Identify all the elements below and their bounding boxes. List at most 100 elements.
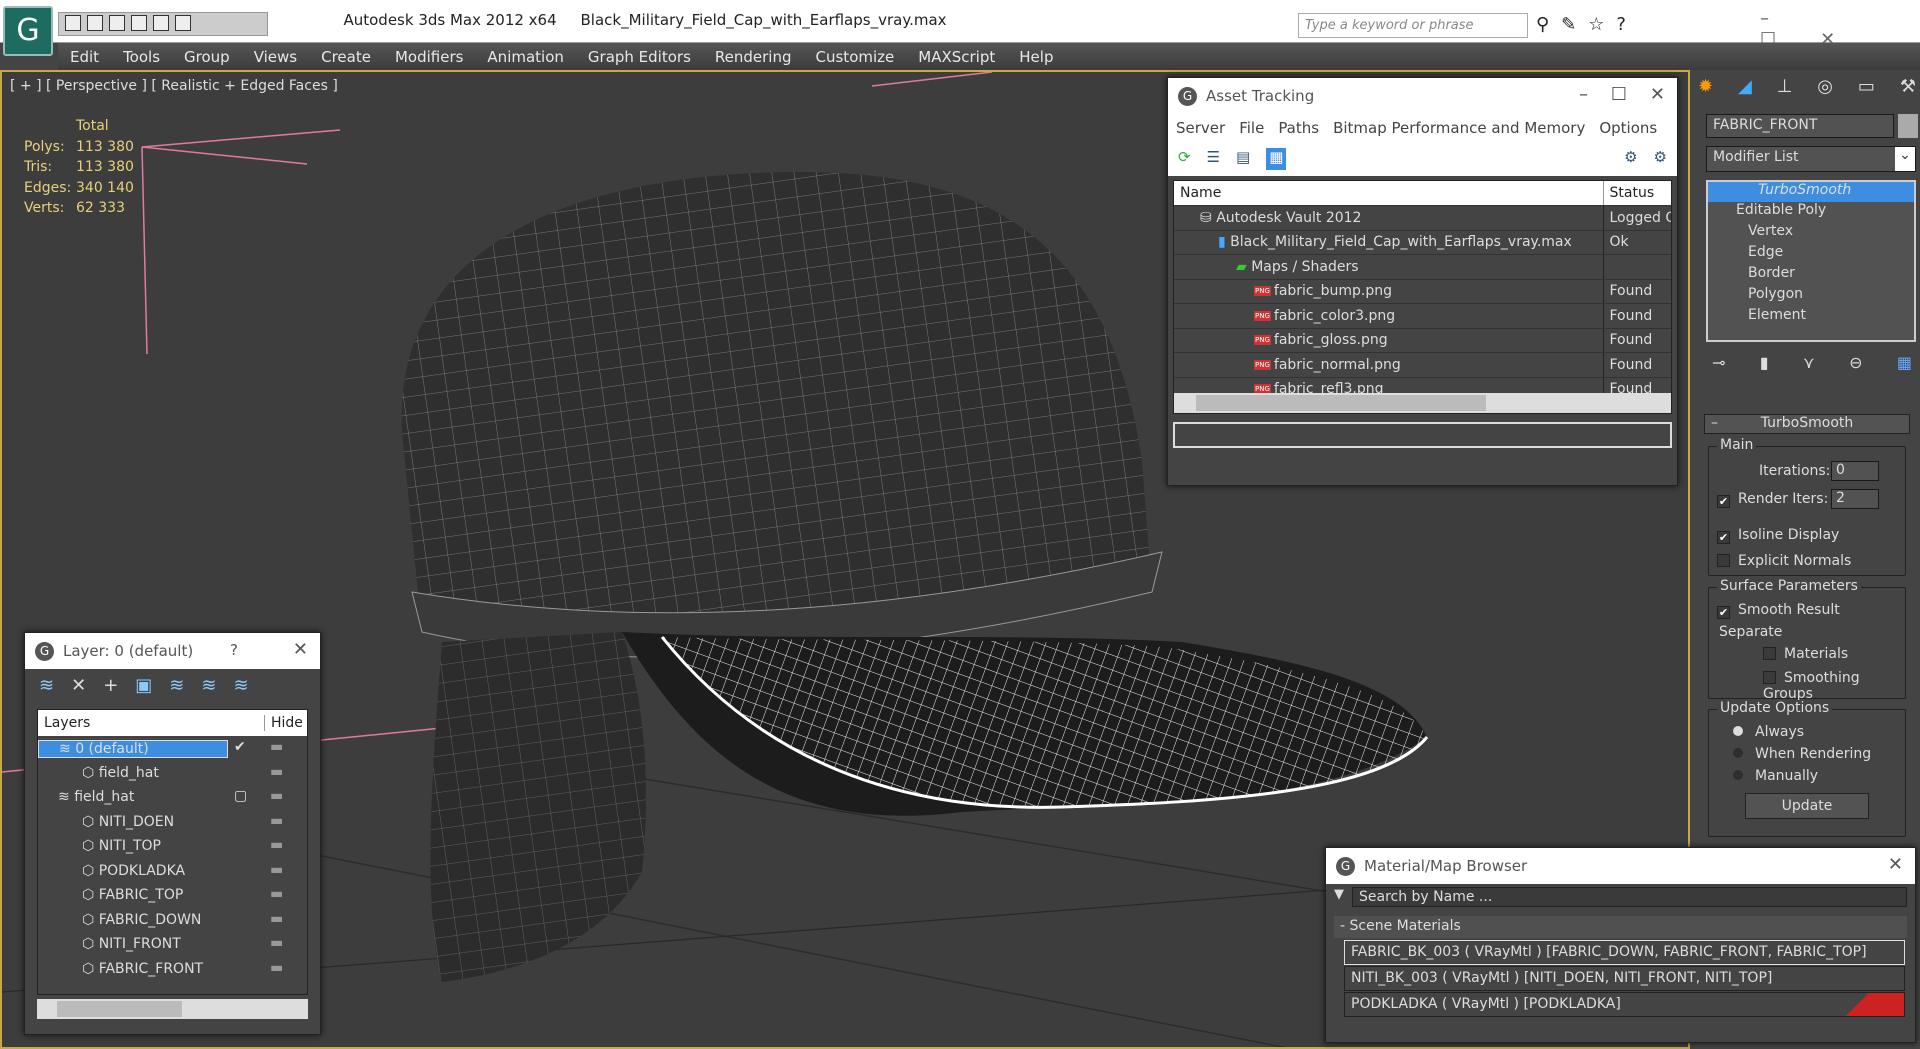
layer-row[interactable]: ⬡ field_hat ▬	[38, 761, 307, 786]
layer-row[interactable]: ≋ 0 (default) ✔ ▬	[38, 736, 307, 761]
menu-paths[interactable]: Paths	[1278, 119, 1319, 137]
window-controls[interactable]: – ☐ ✕	[1579, 84, 1665, 105]
material-item[interactable]: PODKLADKA ( VRayMtl ) [PODKLADKA]	[1344, 992, 1905, 1017]
refresh-icon[interactable]: ⟳	[1178, 148, 1191, 170]
scene-materials-header[interactable]: - Scene Materials	[1334, 916, 1907, 938]
asset-row[interactable]: ▰ Maps / Shaders	[1174, 254, 1671, 280]
layer-active-toggle[interactable]: ▢	[234, 788, 247, 804]
pin-stack-icon[interactable]: ⊸	[1712, 353, 1725, 372]
asset-row[interactable]: PNG fabric_bump.png Found	[1174, 279, 1671, 304]
create-tab-icon[interactable]: ✹	[1698, 76, 1713, 104]
motion-tab-icon[interactable]: ◎	[1817, 76, 1833, 104]
menu-server[interactable]: Server	[1176, 119, 1225, 137]
delete-layer-icon[interactable]: ✕	[71, 675, 86, 699]
configure-modifier-sets-icon[interactable]: ▦	[1897, 353, 1912, 372]
stack-item-turbosmooth[interactable]: TurboSmooth	[1708, 182, 1914, 202]
asset-row[interactable]: PNG fabric_color3.png Found	[1174, 303, 1671, 329]
layer-row[interactable]: ⬡ NITI_FRONT ▬	[38, 932, 307, 957]
browser-options-icon[interactable]: ▼	[1334, 887, 1344, 907]
column-hide[interactable]: Hide	[264, 715, 303, 731]
hide-toggle[interactable]: ▬	[270, 764, 283, 780]
smooth-result-checkbox[interactable]: ✔	[1717, 606, 1730, 619]
when-rendering-radio[interactable]	[1733, 748, 1743, 758]
isoline-display-checkbox[interactable]: ✔	[1717, 531, 1730, 544]
material-item[interactable]: NITI_BK_003 ( VRayMtl ) [NITI_DOEN, NITI…	[1344, 966, 1905, 991]
separate-materials-checkbox[interactable]	[1763, 647, 1776, 660]
iterations-spinner[interactable]: 0	[1831, 461, 1879, 481]
manually-radio[interactable]	[1733, 770, 1743, 780]
app-logo-button[interactable]: G	[3, 6, 53, 56]
layer-row[interactable]: ⬡ FABRIC_DOWN ▬	[38, 908, 307, 933]
remove-modifier-icon[interactable]: ⊖	[1849, 353, 1862, 372]
highlight-layer-icon[interactable]: ≋	[169, 675, 184, 699]
layer-row[interactable]: ≋ field_hat ▢ ▬	[38, 785, 307, 810]
menu-customize[interactable]: Customize	[804, 43, 907, 70]
hide-toggle[interactable]: ▬	[270, 911, 283, 927]
separate-smoothing-groups-checkbox[interactable]	[1763, 671, 1776, 684]
asset-row[interactable]: ▮ Black_Military_Field_Cap_with_Earflaps…	[1174, 230, 1671, 255]
show-end-result-icon[interactable]: ▮	[1760, 353, 1769, 372]
freeze-all-icon[interactable]: ≋	[233, 675, 248, 699]
display-tab-icon[interactable]: ▭	[1858, 76, 1875, 104]
stack-item-vertex[interactable]: Vertex	[1708, 223, 1914, 244]
column-status[interactable]: Status	[1602, 181, 1671, 206]
asset-tracking-titlebar[interactable]: G Asset Tracking – ☐ ✕	[1168, 78, 1677, 114]
layer-row[interactable]: ⬡ FABRIC_FRONT ▬	[38, 957, 307, 982]
make-unique-icon[interactable]: ⋎	[1803, 353, 1815, 372]
menu-file[interactable]: File	[1239, 119, 1264, 137]
menu-graph-editors[interactable]: Graph Editors	[576, 43, 703, 70]
hide-toggle[interactable]: ▬	[270, 813, 283, 829]
close-icon[interactable]: ✕	[1888, 854, 1903, 875]
stack-item-edge[interactable]: Edge	[1708, 244, 1914, 265]
menu-views[interactable]: Views	[242, 43, 309, 70]
vault-login-icon[interactable]: ⚙	[1624, 148, 1637, 170]
layer-row[interactable]: ⬡ NITI_TOP ▬	[38, 834, 307, 859]
help-button[interactable]: ?	[230, 641, 238, 659]
horizontal-scrollbar[interactable]	[1174, 393, 1671, 413]
infocenter-icons[interactable]: ⚲✎☆?	[1536, 14, 1638, 35]
close-icon[interactable]: ✕	[293, 639, 308, 660]
object-color-swatch[interactable]	[1898, 114, 1918, 138]
object-name-field[interactable]: FABRIC_FRONT	[1706, 114, 1894, 138]
hide-all-icon[interactable]: ≋	[201, 675, 216, 699]
create-layer-icon[interactable]: ≋	[39, 675, 54, 699]
column-name[interactable]: Name	[1174, 181, 1603, 206]
layer-row[interactable]: ⬡ FABRIC_TOP ▬	[38, 883, 307, 908]
stack-item-editable-poly[interactable]: Editable Poly	[1708, 202, 1914, 223]
vault-help-icon[interactable]: ⚙	[1654, 148, 1667, 170]
stack-item-polygon[interactable]: Polygon	[1708, 286, 1914, 307]
hide-toggle[interactable]: ▬	[270, 788, 283, 804]
menu-maxscript[interactable]: MAXScript	[906, 43, 1007, 70]
menu-edit[interactable]: Edit	[58, 43, 111, 70]
material-item[interactable]: FABRIC_BK_003 ( VRayMtl ) [FABRIC_DOWN, …	[1344, 940, 1905, 965]
thumbnail-view-icon[interactable]: ▤	[1236, 148, 1250, 170]
stack-item-border[interactable]: Border	[1708, 265, 1914, 286]
column-layers[interactable]: Layers	[44, 715, 90, 731]
explicit-normals-checkbox[interactable]	[1717, 554, 1730, 567]
asset-path-field[interactable]	[1173, 422, 1672, 448]
render-iters-checkbox[interactable]: ✔	[1717, 495, 1730, 508]
always-radio[interactable]	[1733, 726, 1743, 736]
hide-toggle[interactable]: ▬	[270, 837, 283, 853]
layer-dialog-titlebar[interactable]: G Layer: 0 (default)? ✕	[25, 633, 320, 669]
add-selection-icon[interactable]: +	[103, 675, 118, 699]
layer-row[interactable]: ⬡ PODKLADKA ▬	[38, 859, 307, 884]
layer-horizontal-scrollbar[interactable]	[37, 999, 308, 1019]
menu-options[interactable]: Options	[1599, 119, 1657, 137]
table-view-icon[interactable]: ▦	[1266, 148, 1287, 170]
hide-toggle[interactable]: ▬	[270, 960, 283, 976]
select-objects-icon[interactable]: ▣	[135, 675, 152, 699]
help-search-input[interactable]: Type a keyword or phrase	[1298, 13, 1528, 38]
layer-row[interactable]: ⬡ NITI_DOEN ▬	[38, 810, 307, 835]
utilities-tab-icon[interactable]: ⚒	[1900, 76, 1916, 104]
menu-bitmap-performance[interactable]: Bitmap Performance and Memory	[1333, 119, 1585, 137]
hide-toggle[interactable]: ▬	[270, 862, 283, 878]
turbosmooth-rollout-header[interactable]: – TurboSmooth	[1704, 414, 1910, 434]
menu-group[interactable]: Group	[172, 43, 242, 70]
modifier-list-dropdown[interactable]: Modifier List ⌄	[1706, 146, 1916, 172]
hide-toggle[interactable]: ▬	[270, 739, 283, 755]
menu-animation[interactable]: Animation	[475, 43, 575, 70]
material-browser-titlebar[interactable]: G Material/Map Browser ✕	[1326, 848, 1915, 884]
update-button[interactable]: Update	[1745, 793, 1869, 819]
viewport-label[interactable]: [ + ] [ Perspective ] [ Realistic + Edge…	[10, 78, 338, 94]
